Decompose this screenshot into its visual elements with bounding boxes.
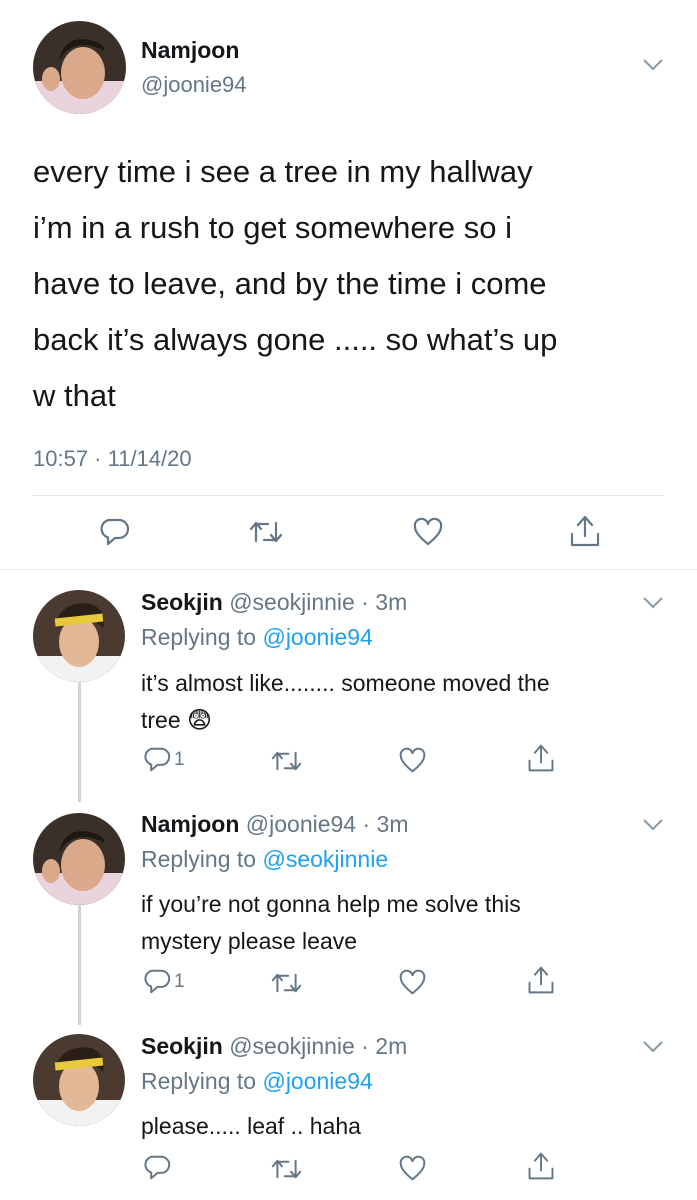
reply-text-line: if you’re not gonna help me solve this (141, 891, 521, 917)
reply-time[interactable]: · 2m (361, 1033, 407, 1059)
retweet-button[interactable] (271, 749, 302, 773)
reply-count: 1 (174, 970, 185, 992)
tweet-text-line: have to leave, and by the time i come (33, 266, 547, 301)
avatar[interactable] (33, 21, 126, 114)
reply-text: if you’re not gonna help me solve this m… (141, 886, 521, 960)
replying-to-label: Replying to (141, 846, 257, 872)
avatar[interactable] (33, 590, 125, 682)
reply-icon (144, 968, 171, 995)
reply-header: Namjoon @joonie94 · 3m (141, 811, 409, 838)
like-button[interactable] (399, 969, 426, 996)
replying-to-label: Replying to (141, 624, 257, 650)
replying-to: Replying to @joonie94 (141, 624, 373, 651)
reply-text: it’s almost like........ someone moved t… (141, 665, 550, 739)
thread-line (78, 680, 81, 802)
share-button[interactable] (568, 514, 602, 548)
reply-text-word: tree (141, 707, 181, 733)
author-display-name[interactable]: Namjoon (141, 37, 239, 64)
share-icon (526, 743, 556, 773)
share-icon (526, 965, 556, 995)
author-handle[interactable]: @joonie94 (246, 811, 356, 837)
share-icon (568, 514, 602, 548)
reply-text-line: tree 😨 (141, 702, 550, 739)
like-button[interactable] (399, 1155, 426, 1182)
tweet-text-line: i’m in a rush to get somewhere so i (33, 210, 512, 245)
tweet-text: every time i see a tree in my hallway i’… (33, 144, 557, 424)
section-divider (0, 569, 697, 570)
retweet-icon (271, 1157, 302, 1181)
like-button[interactable] (399, 747, 426, 774)
author-handle[interactable]: @joonie94 (141, 72, 247, 98)
reply-text: please..... leaf .. haha (141, 1108, 361, 1145)
reply-header: Seokjin @seokjinnie · 2m (141, 1033, 407, 1060)
reply-icon (100, 517, 130, 547)
reply-text-line: please..... leaf .. haha (141, 1113, 361, 1139)
replying-to-handle[interactable]: @joonie94 (262, 624, 372, 650)
replying-to-handle[interactable]: @joonie94 (262, 1068, 372, 1094)
chevron-down-icon[interactable] (642, 1040, 664, 1054)
share-button[interactable] (526, 1151, 556, 1181)
reply-count: 1 (174, 748, 185, 770)
replying-to-handle[interactable]: @seokjinnie (262, 846, 388, 872)
reply-button[interactable]: 1 (144, 968, 185, 995)
reply-icon (144, 746, 171, 773)
reply-button[interactable] (144, 1154, 174, 1181)
chevron-down-icon[interactable] (642, 596, 664, 610)
fearful-face-emoji: 😨 (187, 707, 213, 734)
chevron-down-icon[interactable] (642, 818, 664, 832)
retweet-icon (271, 971, 302, 995)
retweet-button[interactable] (271, 971, 302, 995)
heart-icon (413, 517, 443, 547)
author-handle[interactable]: @seokjinnie (229, 1033, 355, 1059)
reply-button[interactable] (100, 517, 130, 547)
share-button[interactable] (526, 965, 556, 995)
replying-to: Replying to @seokjinnie (141, 846, 388, 873)
heart-icon (399, 1155, 426, 1182)
retweet-button[interactable] (249, 519, 283, 545)
tweet-text-line: w that (33, 378, 116, 413)
chevron-down-icon[interactable] (642, 58, 664, 72)
reply-header: Seokjin @seokjinnie · 3m (141, 589, 407, 616)
tweet-timestamp[interactable]: 10:57 · 11/14/20 (33, 446, 192, 472)
like-button[interactable] (413, 517, 443, 547)
author-display-name[interactable]: Seokjin (141, 589, 223, 615)
retweet-icon (249, 519, 283, 545)
tweet-text-line: every time i see a tree in my hallway (33, 154, 533, 189)
author-display-name[interactable]: Seokjin (141, 1033, 223, 1059)
reply-time[interactable]: · 3m (361, 589, 407, 615)
reply-text-line: it’s almost like........ someone moved t… (141, 670, 550, 696)
reply-icon (144, 1154, 171, 1181)
share-icon (526, 1151, 556, 1181)
retweet-button[interactable] (271, 1157, 302, 1181)
avatar[interactable] (33, 813, 125, 905)
share-button[interactable] (526, 743, 556, 773)
retweet-icon (271, 749, 302, 773)
tweet-text-line: back it’s always gone ..... so what’s up (33, 322, 558, 357)
replying-to-label: Replying to (141, 1068, 257, 1094)
divider (33, 495, 663, 496)
avatar[interactable] (33, 1034, 125, 1126)
reply-button[interactable]: 1 (144, 746, 185, 773)
replying-to: Replying to @joonie94 (141, 1068, 373, 1095)
heart-icon (399, 969, 426, 996)
thread-line (78, 903, 81, 1025)
author-handle[interactable]: @seokjinnie (229, 589, 355, 615)
reply-time[interactable]: · 3m (363, 811, 409, 837)
author-display-name[interactable]: Namjoon (141, 811, 239, 837)
heart-icon (399, 747, 426, 774)
reply-text-line: mystery please leave (141, 928, 358, 954)
